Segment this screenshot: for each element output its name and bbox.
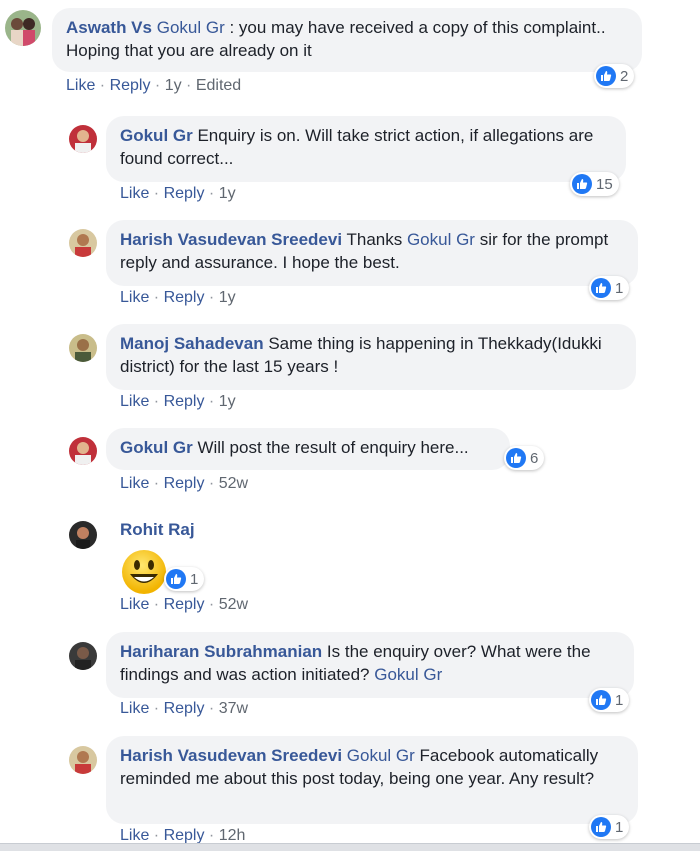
reply-button[interactable]: Reply: [164, 596, 205, 613]
smiley-emoji-icon: [120, 548, 168, 601]
comment-timestamp[interactable]: 1y: [219, 289, 236, 306]
thumbs-up-icon: [572, 174, 592, 194]
reaction-count[interactable]: 1: [164, 567, 205, 591]
reaction-count[interactable]: 1: [589, 688, 630, 712]
reaction-count[interactable]: 6: [504, 446, 545, 470]
comment-bubble: Gokul Gr Enquiry is on. Will take strict…: [106, 116, 626, 182]
comment-author[interactable]: Gokul Gr: [120, 438, 193, 457]
like-button[interactable]: Like: [66, 77, 95, 94]
comment-bubble: Harish Vasudevan Sreedevi Gokul Gr Faceb…: [106, 736, 638, 824]
comment-mention[interactable]: Gokul Gr: [374, 665, 442, 684]
comment-bubble: Hariharan Subrahmanian Is the enquiry ov…: [106, 632, 634, 698]
comment-mention[interactable]: Gokul Gr: [157, 18, 225, 37]
avatar[interactable]: [69, 125, 97, 153]
comment-timestamp[interactable]: 1y: [165, 77, 182, 94]
comment-bubble: Harish Vasudevan Sreedevi Thanks Gokul G…: [106, 220, 638, 286]
comment-timestamp[interactable]: 37w: [219, 700, 248, 717]
reply-button[interactable]: Reply: [164, 289, 205, 306]
comment-actions: Like · Reply · 1y: [120, 393, 236, 410]
thumbs-up-icon: [596, 66, 616, 86]
comment-author[interactable]: Gokul Gr: [120, 126, 193, 145]
comment-bubble: Manoj Sahadevan Same thing is happening …: [106, 324, 636, 390]
reply-button[interactable]: Reply: [164, 475, 205, 492]
edited-label[interactable]: Edited: [196, 77, 241, 94]
reaction-count[interactable]: 1: [589, 276, 630, 300]
like-button[interactable]: Like: [120, 185, 149, 202]
like-button[interactable]: Like: [120, 596, 149, 613]
like-button[interactable]: Like: [120, 700, 149, 717]
comment-timestamp[interactable]: 12h: [219, 827, 246, 844]
comment-timestamp[interactable]: 52w: [219, 596, 248, 613]
comment-actions: Like · Reply · 52w: [120, 596, 249, 613]
comment-actions: Like · Reply · 37w: [120, 700, 249, 717]
thumbs-up-icon: [506, 448, 526, 468]
avatar[interactable]: [69, 521, 97, 549]
comment-author[interactable]: Harish Vasudevan Sreedevi: [120, 746, 342, 765]
avatar[interactable]: [69, 334, 97, 362]
thumbs-up-icon: [591, 817, 611, 837]
avatar[interactable]: [69, 437, 97, 465]
thumbs-up-icon: [591, 690, 611, 710]
comment-actions: Like · Reply · 1y · Edited: [66, 77, 242, 94]
comment-bubble: Gokul Gr Will post the result of enquiry…: [106, 428, 510, 470]
avatar[interactable]: [69, 642, 97, 670]
reply-button[interactable]: Reply: [164, 185, 205, 202]
comment-mention[interactable]: Gokul Gr: [407, 230, 475, 249]
reaction-count[interactable]: 1: [589, 815, 630, 839]
comment-actions: Like · Reply · 1y: [120, 289, 236, 306]
like-button[interactable]: Like: [120, 393, 149, 410]
comment-mention[interactable]: Gokul Gr: [347, 746, 415, 765]
avatar[interactable]: [5, 10, 41, 46]
comment-author[interactable]: Manoj Sahadevan: [120, 334, 264, 353]
comment-timestamp[interactable]: 1y: [219, 185, 236, 202]
comment-author[interactable]: Harish Vasudevan Sreedevi: [120, 230, 342, 249]
like-button[interactable]: Like: [120, 475, 149, 492]
comment-actions: Like · Reply · 52w: [120, 475, 249, 492]
comment-author[interactable]: Rohit Raj: [120, 520, 195, 540]
like-button[interactable]: Like: [120, 289, 149, 306]
comment-actions: Like · Reply · 1y: [120, 185, 236, 202]
comment-text: Will post the result of enquiry here...: [192, 438, 469, 457]
comment-bubble: Aswath Vs Gokul Gr : you may have receiv…: [52, 8, 642, 72]
avatar[interactable]: [69, 746, 97, 774]
reaction-count[interactable]: 2: [594, 64, 635, 88]
reply-button[interactable]: Reply: [164, 827, 205, 844]
comment-timestamp[interactable]: 52w: [219, 475, 248, 492]
reply-button[interactable]: Reply: [164, 700, 205, 717]
comment-author[interactable]: Hariharan Subrahmanian: [120, 642, 322, 661]
reply-button[interactable]: Reply: [164, 393, 205, 410]
comment-author[interactable]: Aswath Vs: [66, 18, 152, 37]
comment-timestamp[interactable]: 1y: [219, 393, 236, 410]
reply-button[interactable]: Reply: [110, 77, 151, 94]
like-button[interactable]: Like: [120, 827, 149, 844]
thumbs-up-icon: [166, 569, 186, 589]
avatar[interactable]: [69, 229, 97, 257]
thumbs-up-icon: [591, 278, 611, 298]
reaction-count[interactable]: 15: [570, 172, 619, 196]
